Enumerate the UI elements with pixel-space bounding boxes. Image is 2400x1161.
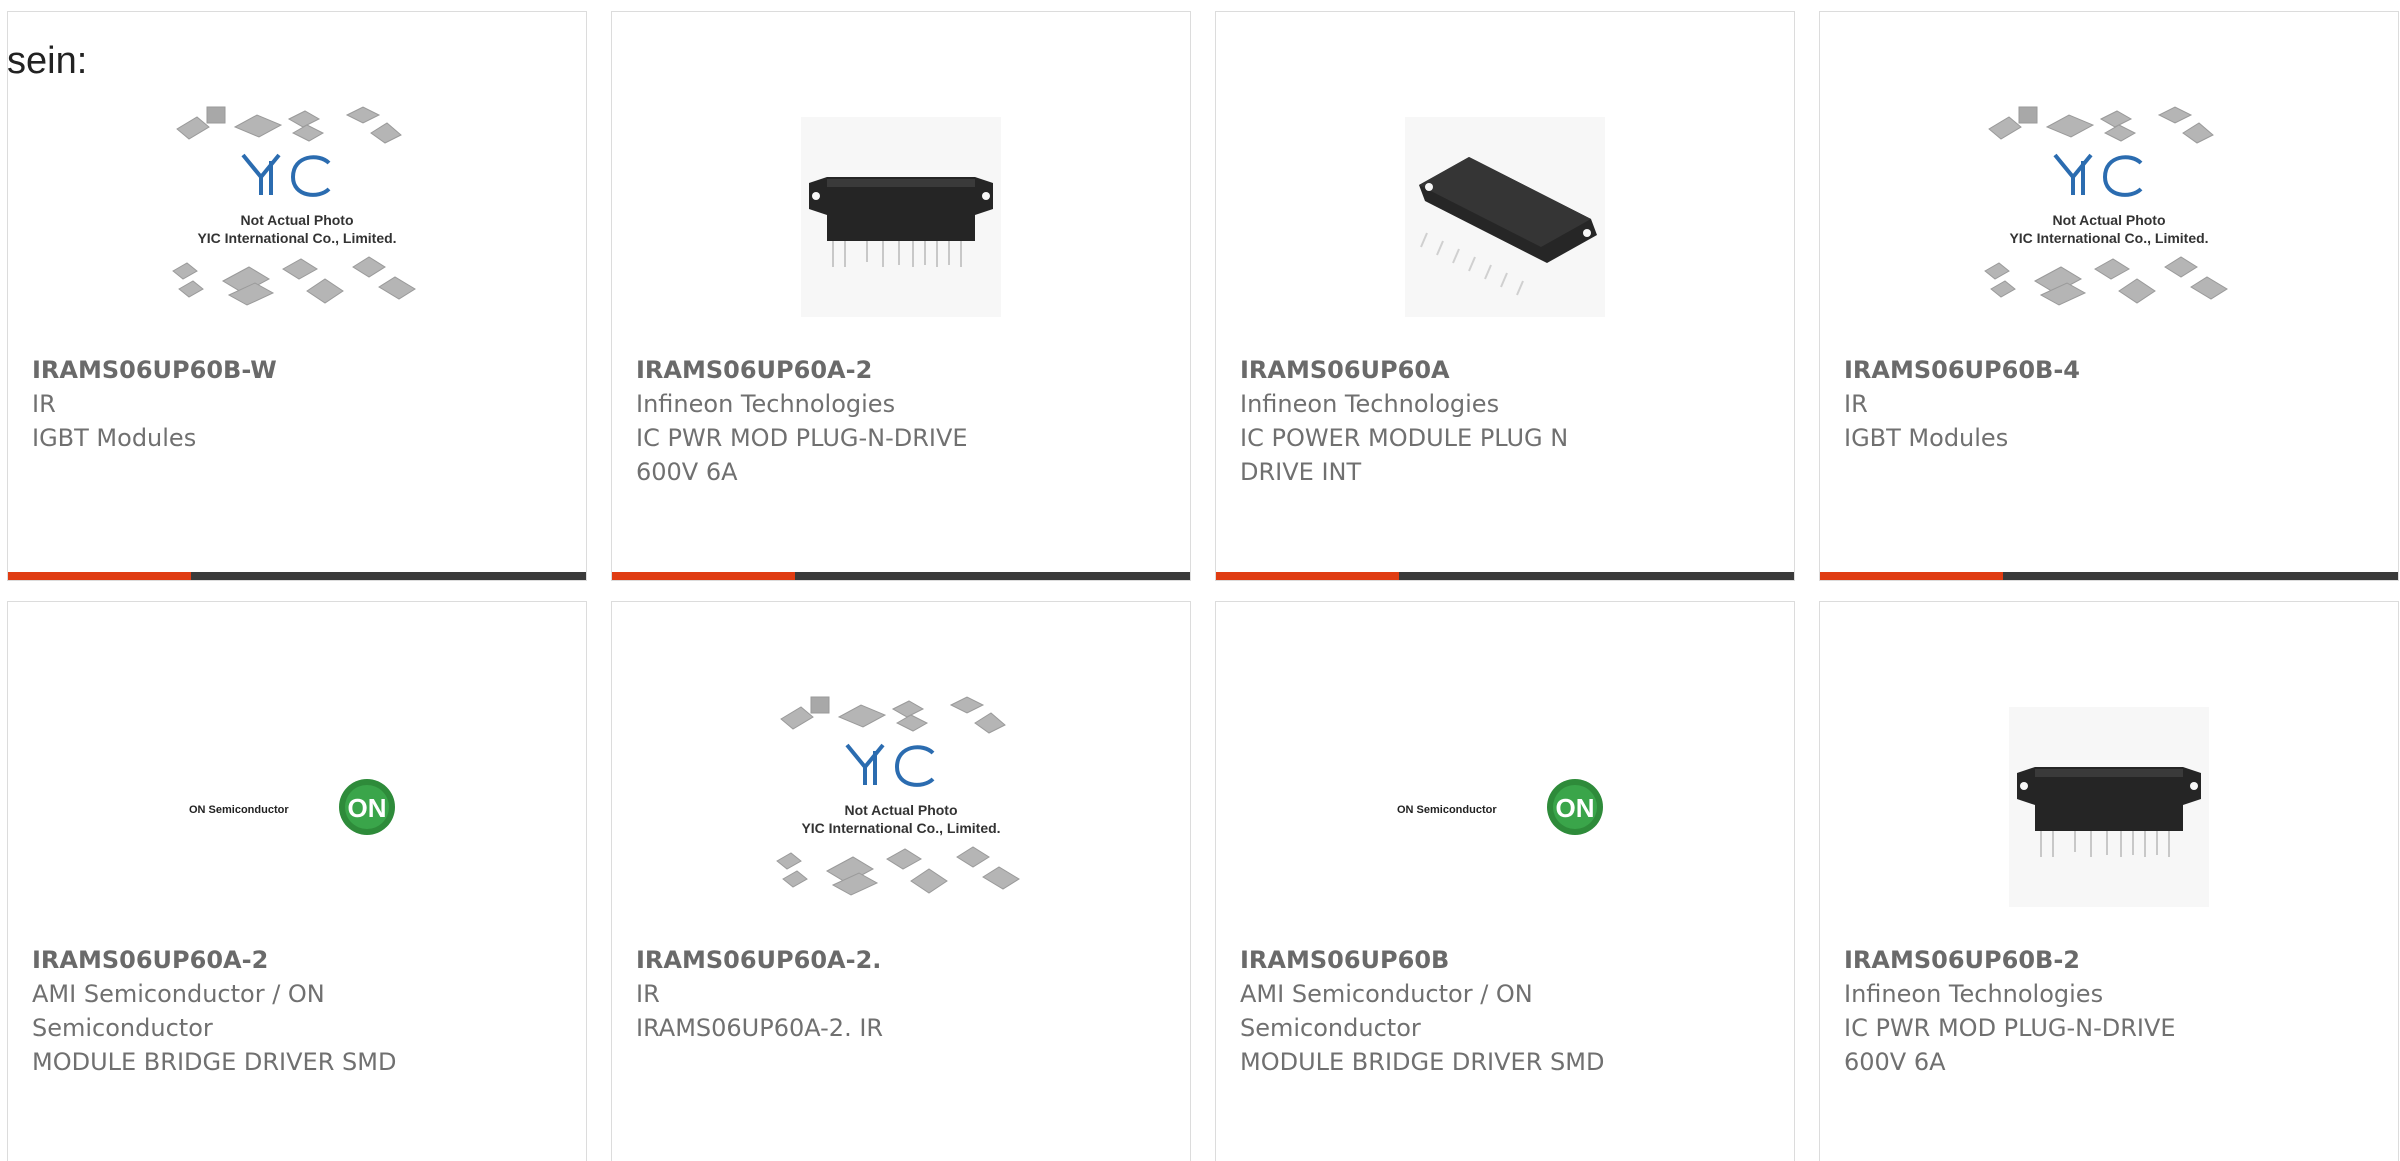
product-grid: Not Actual Photo YIC International Co., …	[7, 11, 2399, 581]
product-info: IRAMS06UP60A-2 AMI Semiconductor / ON Se…	[32, 943, 472, 1079]
part-number-link[interactable]: IRAMS06UP60B-2	[1844, 943, 2284, 977]
product-image[interactable]	[612, 82, 1190, 352]
description: DRIVE INT	[1240, 458, 1362, 486]
product-image[interactable]	[1820, 672, 2398, 942]
part-number-link[interactable]: IRAMS06UP60A-2.	[636, 943, 1076, 977]
manufacturer: IR	[32, 390, 56, 418]
on-logo-wordmark: ON Semiconductor	[1397, 804, 1497, 816]
placeholder-caption-line1: Not Actual Photo	[844, 802, 957, 818]
product-image[interactable]: ON Semiconductor ON	[1216, 672, 1794, 942]
description: IC POWER MODULE PLUG N	[1240, 424, 1569, 452]
product-info: IRAMS06UP60B AMI Semiconductor / ON Semi…	[1240, 943, 1680, 1079]
product-card[interactable]: Not Actual Photo YIC International Co., …	[1819, 11, 2399, 581]
product-info: IRAMS06UP60A-2 Infineon Technologies IC …	[636, 353, 1076, 489]
yic-placeholder-image: Not Actual Photo YIC International Co., …	[172, 106, 416, 306]
product-card[interactable]: Not Actual Photo YIC International Co., …	[611, 601, 1191, 1161]
placeholder-caption-line2: YIC International Co., Limited.	[801, 820, 1000, 836]
card-bottom-bar	[1820, 572, 2398, 580]
product-info: IRAMS06UP60B-2 Infineon Technologies IC …	[1844, 943, 2284, 1079]
on-logo-badge: ON	[348, 793, 387, 823]
product-info: IRAMS06UP60A Infineon Technologies IC PO…	[1240, 353, 1680, 489]
product-card[interactable]: ON Semiconductor ON IRAMS06UP60A-2 AMI S…	[7, 601, 587, 1161]
on-logo-wordmark: ON Semiconductor	[189, 804, 289, 816]
card-bottom-bar	[1216, 572, 1794, 580]
manufacturer: IR	[1844, 390, 1868, 418]
product-info: IRAMS06UP60B-4 IR IGBT Modules	[1844, 353, 2284, 455]
manufacturer: Infineon Technologies	[636, 390, 896, 418]
part-number-link[interactable]: IRAMS06UP60B-4	[1844, 353, 2284, 387]
manufacturer: AMI Semiconductor / ON	[32, 980, 325, 1008]
part-number-link[interactable]: IRAMS06UP60A-2	[32, 943, 472, 977]
product-card[interactable]: IRAMS06UP60A-2 Infineon Technologies IC …	[611, 11, 1191, 581]
product-image[interactable]	[1216, 82, 1794, 352]
product-image[interactable]: Not Actual Photo YIC International Co., …	[612, 672, 1190, 942]
card-accent-bar	[1820, 572, 2003, 580]
card-accent-bar	[8, 572, 191, 580]
placeholder-caption-line2: YIC International Co., Limited.	[197, 230, 396, 246]
product-listing-page: sein: Not Actual Photo YIC International…	[0, 0, 2400, 1161]
description: Semiconductor	[1240, 1014, 1421, 1042]
description: IRAMS06UP60A-2. IR	[636, 1014, 884, 1042]
description: IC PWR MOD PLUG-N-DRIVE	[1844, 1014, 2176, 1042]
placeholder-caption-line2: YIC International Co., Limited.	[2009, 230, 2208, 246]
description: IGBT Modules	[1844, 424, 2009, 452]
part-number-link[interactable]: IRAMS06UP60B-W	[32, 353, 472, 387]
placeholder-caption-line1: Not Actual Photo	[240, 212, 353, 228]
product-info: IRAMS06UP60A-2. IR IRAMS06UP60A-2. IR	[636, 943, 1076, 1045]
card-accent-bar	[612, 572, 795, 580]
description: 600V 6A	[636, 458, 738, 486]
module-front-photo	[2009, 707, 2209, 907]
on-semiconductor-logo: ON Semiconductor ON	[1397, 779, 1603, 835]
yic-placeholder-image: Not Actual Photo YIC International Co., …	[1984, 106, 2228, 306]
product-card[interactable]: IRAMS06UP60B-2 Infineon Technologies IC …	[1819, 601, 2399, 1161]
product-card[interactable]: IRAMS06UP60A Infineon Technologies IC PO…	[1215, 11, 1795, 581]
card-bottom-bar	[8, 572, 586, 580]
product-image[interactable]: ON Semiconductor ON	[8, 672, 586, 942]
description: IGBT Modules	[32, 424, 197, 452]
product-info: IRAMS06UP60B-W IR IGBT Modules	[32, 353, 472, 455]
manufacturer: Infineon Technologies	[1240, 390, 1500, 418]
section-label: sein:	[7, 40, 88, 82]
product-image[interactable]: Not Actual Photo YIC International Co., …	[8, 82, 586, 352]
module-angled-photo	[1405, 117, 1605, 317]
part-number-link[interactable]: IRAMS06UP60B	[1240, 943, 1680, 977]
description: Semiconductor	[32, 1014, 213, 1042]
on-logo-badge: ON	[1556, 793, 1595, 823]
card-accent-bar	[1216, 572, 1399, 580]
product-grid-row-2: ON Semiconductor ON IRAMS06UP60A-2 AMI S…	[7, 601, 2399, 1161]
yic-placeholder-image: Not Actual Photo YIC International Co., …	[776, 696, 1020, 896]
part-number-link[interactable]: IRAMS06UP60A	[1240, 353, 1680, 387]
product-image[interactable]: Not Actual Photo YIC International Co., …	[1820, 82, 2398, 352]
part-number-link[interactable]: IRAMS06UP60A-2	[636, 353, 1076, 387]
description: MODULE BRIDGE DRIVER SMD	[32, 1048, 397, 1076]
card-bottom-bar	[612, 572, 1190, 580]
description: MODULE BRIDGE DRIVER SMD	[1240, 1048, 1605, 1076]
placeholder-caption-line1: Not Actual Photo	[2052, 212, 2165, 228]
manufacturer: Infineon Technologies	[1844, 980, 2104, 1008]
on-semiconductor-logo: ON Semiconductor ON	[189, 779, 395, 835]
description: 600V 6A	[1844, 1048, 1946, 1076]
manufacturer: IR	[636, 980, 660, 1008]
product-card[interactable]: Not Actual Photo YIC International Co., …	[7, 11, 587, 581]
module-front-photo	[801, 117, 1001, 317]
description: IC PWR MOD PLUG-N-DRIVE	[636, 424, 968, 452]
manufacturer: AMI Semiconductor / ON	[1240, 980, 1533, 1008]
product-card[interactable]: ON Semiconductor ON IRAMS06UP60B AMI Sem…	[1215, 601, 1795, 1161]
